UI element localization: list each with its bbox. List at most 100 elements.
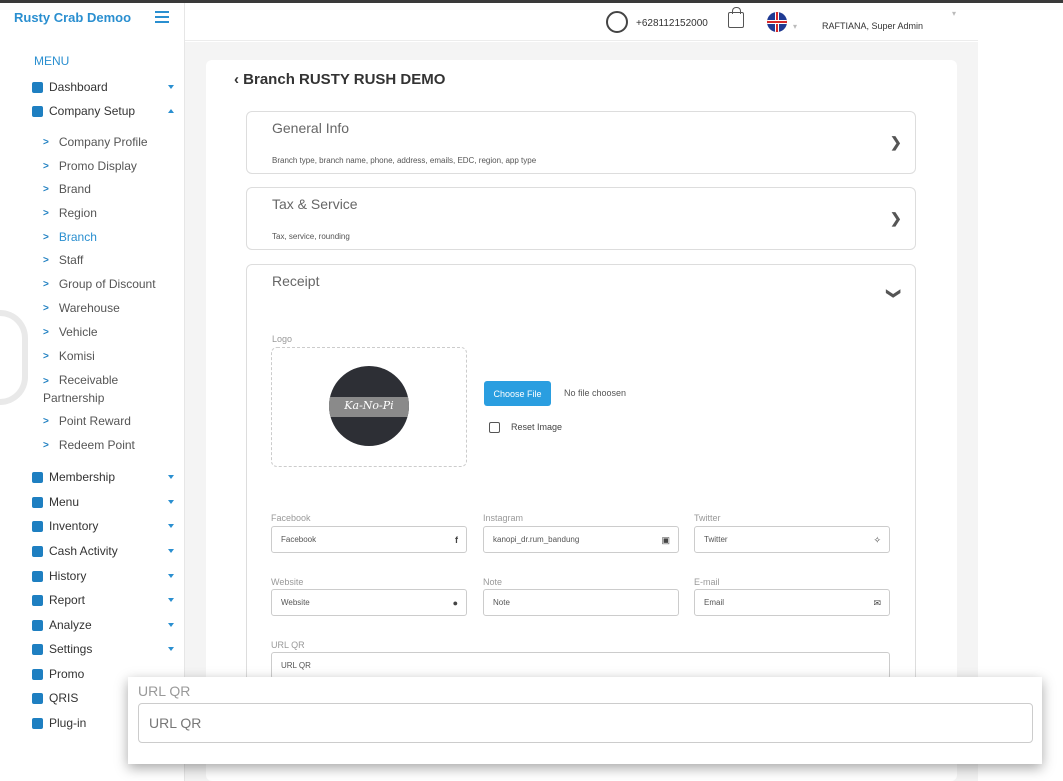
section-tax-service[interactable]: Tax & Service Tax, service, rounding ❯ bbox=[246, 187, 916, 250]
chevron-down-icon bbox=[168, 524, 174, 528]
twitter-icon: ✧ bbox=[873, 535, 881, 545]
sidebar-subitem-komisi[interactable]: > Komisi bbox=[43, 347, 183, 365]
chevron-right-icon[interactable]: ❯ bbox=[890, 210, 902, 227]
reset-image-checkbox[interactable] bbox=[489, 422, 500, 433]
email-input[interactable]: Email ✉ bbox=[694, 589, 890, 616]
chevron-down-icon[interactable]: ❯ bbox=[885, 288, 902, 300]
brand-title[interactable]: Rusty Crab Demoo bbox=[14, 10, 131, 25]
sidebar-subitem-company-profile[interactable]: > Company Profile bbox=[43, 133, 183, 151]
instagram-label: Instagram bbox=[483, 513, 524, 523]
file-icon bbox=[32, 594, 43, 606]
sidebar-item-analyze[interactable]: Analyze bbox=[32, 615, 182, 635]
note-input[interactable]: Note bbox=[483, 589, 679, 616]
reset-image-label: Reset Image bbox=[511, 422, 563, 432]
sidebar-subitem-point-reward[interactable]: > Point Reward bbox=[43, 412, 183, 430]
chevron-right-icon: > bbox=[43, 160, 49, 172]
back-chevron-icon[interactable]: ‹ bbox=[234, 71, 243, 88]
chevron-right-icon: > bbox=[43, 302, 49, 314]
section-general-info[interactable]: General Info Branch type, branch name, p… bbox=[246, 111, 916, 174]
background-shape bbox=[0, 310, 28, 405]
chevron-down-icon bbox=[168, 549, 174, 553]
email-label: E-mail bbox=[694, 577, 720, 587]
chevron-up-icon bbox=[168, 109, 174, 113]
shopping-bag-icon[interactable] bbox=[728, 7, 744, 28]
sidebar-item-settings[interactable]: Settings bbox=[32, 639, 182, 659]
plug-icon bbox=[32, 717, 43, 729]
chevron-right-icon: > bbox=[43, 136, 49, 148]
facebook-icon: f bbox=[455, 535, 458, 545]
chevron-right-icon: > bbox=[43, 376, 49, 387]
sidebar-item-menu[interactable]: Menu bbox=[32, 492, 182, 512]
language-flag-icon[interactable] bbox=[767, 12, 787, 32]
sidebar-subitem-warehouse[interactable]: > Warehouse bbox=[43, 299, 183, 317]
hamburger-icon[interactable] bbox=[155, 11, 169, 23]
twitter-label: Twitter bbox=[694, 513, 721, 523]
logo-label: Logo bbox=[272, 334, 293, 344]
facebook-input[interactable]: Facebook f bbox=[271, 526, 467, 553]
url-qr-input[interactable]: URL QR bbox=[271, 652, 890, 679]
section-title[interactable]: Receipt bbox=[272, 273, 319, 289]
qr-icon bbox=[32, 692, 43, 704]
user-menu[interactable]: RAFTIANA, Super Admin bbox=[822, 21, 923, 31]
chevron-right-icon: > bbox=[43, 350, 49, 362]
chevron-down-icon bbox=[168, 85, 174, 89]
sidebar-item-dashboard[interactable]: Dashboard bbox=[32, 77, 182, 97]
pie-chart-icon bbox=[32, 619, 43, 631]
sidebar-subitem-receivable-partnership[interactable]: > Receivable Partnership bbox=[43, 372, 153, 405]
sidebar-item-company-setup[interactable]: Company Setup bbox=[32, 101, 182, 121]
chevron-right-icon: > bbox=[43, 207, 49, 219]
instagram-input[interactable]: kanopi_dr.rum_bandung ▣ bbox=[483, 526, 679, 553]
utensils-icon bbox=[32, 496, 43, 508]
percent-icon bbox=[32, 668, 43, 680]
section-description: Branch type, branch name, phone, address… bbox=[272, 156, 537, 165]
sidebar-subitem-promo-display[interactable]: > Promo Display bbox=[43, 157, 183, 175]
zoom-url-qr-label: URL QR bbox=[138, 683, 191, 699]
section-description: Tax, service, rounding bbox=[272, 232, 350, 241]
sidebar-item-history[interactable]: History bbox=[32, 566, 182, 586]
chevron-right-icon: > bbox=[43, 439, 49, 451]
chevron-down-icon bbox=[168, 574, 174, 578]
section-title: Tax & Service bbox=[272, 196, 358, 212]
chevron-right-icon: > bbox=[43, 326, 49, 338]
zoom-url-qr-input[interactable]: URL QR bbox=[138, 703, 1033, 743]
chevron-right-icon[interactable]: ❯ bbox=[890, 134, 902, 151]
zoom-callout: URL QR URL QR bbox=[128, 677, 1042, 764]
sidebar-subitem-redeem-point[interactable]: > Redeem Point bbox=[43, 436, 183, 454]
chevron-down-icon[interactable]: ▾ bbox=[952, 9, 956, 18]
building-icon bbox=[32, 105, 43, 117]
history-icon bbox=[32, 570, 43, 582]
sidebar-item-report[interactable]: Report bbox=[32, 590, 182, 610]
sidebar-item-membership[interactable]: Membership bbox=[32, 467, 182, 487]
chevron-down-icon bbox=[168, 598, 174, 602]
sidebar-subitem-region[interactable]: > Region bbox=[43, 204, 183, 222]
chevron-right-icon: > bbox=[43, 231, 49, 243]
chevron-right-icon: > bbox=[43, 278, 49, 290]
dashboard-icon bbox=[32, 81, 43, 93]
chevron-down-icon bbox=[168, 623, 174, 627]
logo-image: Ka-No-Pi bbox=[329, 366, 409, 446]
chevron-down-icon bbox=[168, 647, 174, 651]
page-title[interactable]: ‹ Branch RUSTY RUSH DEMO bbox=[234, 71, 445, 88]
chevron-down-icon bbox=[168, 500, 174, 504]
note-label: Note bbox=[483, 577, 503, 587]
website-input[interactable]: Website ● bbox=[271, 589, 467, 616]
menu-label: MENU bbox=[34, 54, 70, 68]
file-status: No file choosen bbox=[564, 388, 627, 398]
sidebar-item-inventory[interactable]: Inventory bbox=[32, 516, 182, 536]
sidebar-subitem-group-of-discount[interactable]: > Group of Discount bbox=[43, 275, 183, 293]
top-bar: +628112152000 ▾ RAFTIANA, Super Admin ▾ bbox=[185, 3, 978, 41]
chevron-right-icon: > bbox=[43, 254, 49, 266]
sidebar-subitem-branch[interactable]: > Branch bbox=[43, 228, 183, 246]
support-headset-icon[interactable] bbox=[606, 11, 628, 33]
sidebar-subitem-staff[interactable]: > Staff bbox=[43, 251, 183, 269]
section-title: General Info bbox=[272, 120, 350, 136]
chevron-down-icon[interactable]: ▾ bbox=[793, 22, 797, 31]
twitter-input[interactable]: Twitter ✧ bbox=[694, 526, 890, 553]
website-label: Website bbox=[271, 577, 304, 587]
sidebar-item-cash-activity[interactable]: Cash Activity bbox=[32, 541, 182, 561]
choose-file-button[interactable]: Choose File bbox=[484, 381, 551, 406]
sidebar-subitem-brand[interactable]: > Brand bbox=[43, 180, 183, 198]
sidebar-subitem-vehicle[interactable]: > Vehicle bbox=[43, 323, 183, 341]
users-icon bbox=[32, 471, 43, 483]
section-receipt: Receipt ❯ bbox=[246, 264, 916, 694]
